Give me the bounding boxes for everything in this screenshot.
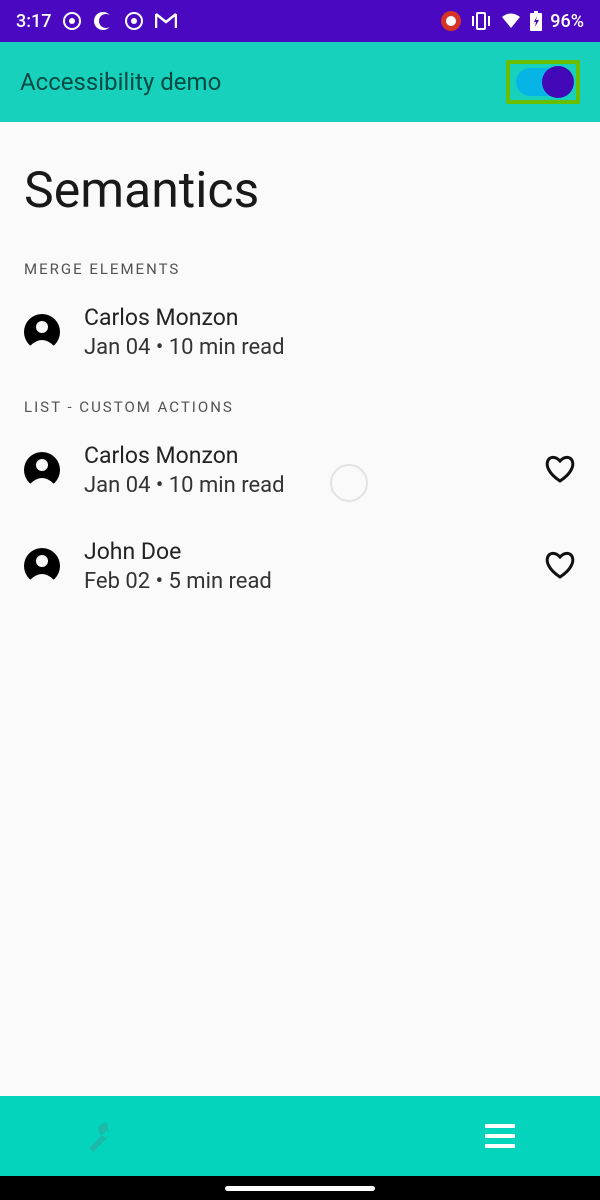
list-item[interactable]: John Doe Feb 02 • 5 min read	[24, 530, 576, 602]
wrench-icon	[83, 1119, 117, 1153]
moon-icon	[93, 11, 113, 31]
talkback-highlight	[506, 60, 580, 104]
toggle-thumb	[542, 66, 574, 98]
bottom-bar	[0, 1096, 600, 1176]
nav-handle[interactable]	[225, 1186, 375, 1191]
battery-icon	[530, 11, 542, 31]
vibrate-icon	[470, 11, 492, 31]
favorite-button[interactable]	[544, 453, 576, 487]
app-bar: Accessibility demo	[0, 42, 600, 122]
gmail-icon	[155, 12, 177, 30]
system-nav-bar	[0, 1176, 600, 1200]
menu-button[interactable]	[400, 1123, 600, 1149]
record-icon-2	[125, 12, 143, 30]
touch-ripple	[330, 464, 368, 502]
status-time: 3:17	[16, 11, 51, 32]
demo-toggle[interactable]	[516, 68, 570, 96]
favorite-button[interactable]	[544, 549, 576, 583]
hamburger-icon	[483, 1123, 517, 1149]
author-name: Carlos Monzon	[84, 304, 576, 331]
avatar-icon	[24, 548, 60, 584]
avatar-icon	[24, 452, 60, 488]
section-list-label: LIST - CUSTOM ACTIONS	[24, 398, 576, 416]
section-merge-label: MERGE ELEMENTS	[24, 260, 576, 278]
post-meta: Jan 04 • 10 min read	[84, 473, 532, 498]
avatar-icon	[24, 314, 60, 350]
merge-row[interactable]: Carlos Monzon Jan 04 • 10 min read	[24, 296, 576, 368]
app-title: Accessibility demo	[20, 68, 221, 96]
list-item[interactable]: Carlos Monzon Jan 04 • 10 min read	[24, 434, 576, 506]
record-icon	[63, 12, 81, 30]
author-name: Carlos Monzon	[84, 442, 532, 469]
post-meta: Jan 04 • 10 min read	[84, 335, 576, 360]
author-name: John Doe	[84, 538, 532, 565]
main-content: Semantics MERGE ELEMENTS Carlos Monzon J…	[0, 122, 600, 650]
battery-percent: 96%	[550, 11, 584, 32]
post-meta: Feb 02 • 5 min read	[84, 569, 532, 594]
status-bar: 3:17 96%	[0, 0, 600, 42]
wifi-icon	[500, 12, 522, 30]
tools-button[interactable]	[0, 1119, 200, 1153]
screen-record-icon	[440, 10, 462, 32]
page-title: Semantics	[24, 162, 576, 220]
